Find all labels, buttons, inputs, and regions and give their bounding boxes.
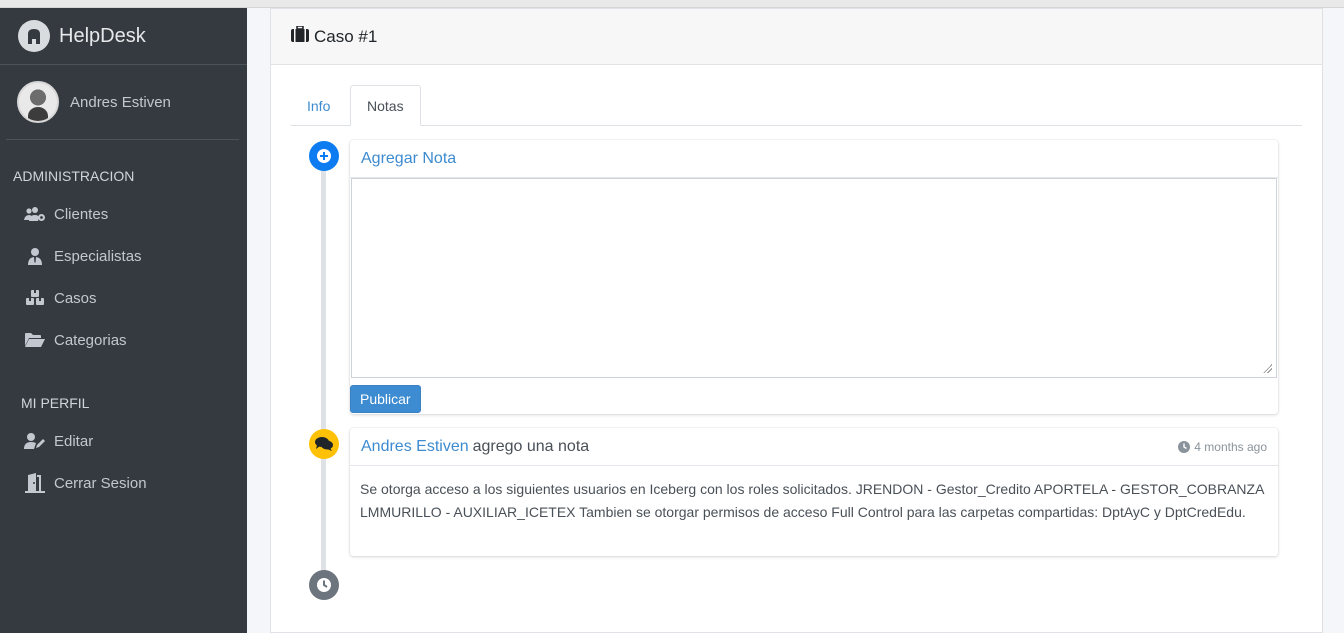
sidebar-item-especialistas[interactable]: Especialistas <box>23 246 142 266</box>
tabs: Info Notas <box>291 85 1302 126</box>
sidebar-item-label: Especialistas <box>54 247 142 265</box>
note-action: agrego una nota <box>472 437 590 455</box>
sidebar-item-editar[interactable]: Editar <box>23 431 93 451</box>
user-edit-icon <box>23 431 47 451</box>
sidebar-item-label: Categorias <box>54 331 127 349</box>
door-open-icon <box>23 473 47 493</box>
card-header: Caso #1 <box>271 9 1322 65</box>
sidebar-item-label: Cerrar Sesion <box>54 474 147 492</box>
plus-circle-icon <box>309 141 339 171</box>
suitcase-icon <box>291 25 309 47</box>
add-note-title: Agregar Nota <box>361 149 457 167</box>
browser-top-edge <box>0 0 1344 8</box>
note-time-label: 4 months ago <box>1194 440 1267 454</box>
note-header: Andres Estiven agrego una nota <box>350 428 1278 466</box>
sidebar-item-label: Editar <box>54 432 94 450</box>
sidebar-item-categorias[interactable]: Categorias <box>23 330 127 350</box>
sidebar: HelpDesk Andres Estiven ADMINISTRACION C… <box>0 8 247 633</box>
avatar <box>17 81 59 123</box>
sidebar-item-casos[interactable]: Casos <box>23 288 97 308</box>
clock-icon <box>309 570 339 600</box>
timeline-line <box>321 154 326 584</box>
case-card: Caso #1 Info Notas Agregar Nota Publicar… <box>270 8 1323 633</box>
user-panel[interactable]: Andres Estiven <box>6 65 239 140</box>
tab-info[interactable]: Info <box>291 85 346 126</box>
sidebar-item-clientes[interactable]: Clientes <box>23 204 108 224</box>
comments-icon <box>309 429 339 459</box>
add-note-panel: Agregar Nota Publicar <box>350 140 1278 414</box>
folder-open-icon <box>23 330 47 350</box>
user-name: Andres Estiven <box>70 93 171 111</box>
users-cog-icon <box>23 204 47 224</box>
resize-handle-icon[interactable] <box>1263 364 1272 373</box>
boxes-icon <box>23 288 47 308</box>
note-time: 4 months ago <box>1178 440 1267 454</box>
brand[interactable]: HelpDesk <box>0 8 247 65</box>
clock-icon <box>1178 441 1191 453</box>
nav-header-administracion: ADMINISTRACION <box>13 168 135 184</box>
right-gutter <box>1322 8 1344 633</box>
note-body: Se otorga acceso a los siguientes usuari… <box>360 481 1264 520</box>
note-textarea[interactable] <box>351 178 1277 378</box>
main-content: Caso #1 Info Notas Agregar Nota Publicar… <box>247 8 1344 633</box>
tab-notas[interactable]: Notas <box>350 85 421 126</box>
page-title: Caso #1 <box>314 26 378 46</box>
sidebar-item-cerrar-sesion[interactable]: Cerrar Sesion <box>23 473 147 493</box>
publicar-button[interactable]: Publicar <box>350 385 421 413</box>
nav-header-mi-perfil: MI PERFIL <box>21 395 90 411</box>
brand-logo-icon <box>18 20 50 52</box>
note-item: Andres Estiven agrego una nota 4 months … <box>350 428 1278 556</box>
sidebar-item-label: Casos <box>54 289 97 307</box>
add-note-header: Agregar Nota <box>350 140 1278 178</box>
sidebar-item-label: Clientes <box>54 205 109 223</box>
note-author[interactable]: Andres Estiven <box>361 438 469 456</box>
brand-name: HelpDesk <box>59 24 146 47</box>
user-tie-icon <box>23 246 47 266</box>
